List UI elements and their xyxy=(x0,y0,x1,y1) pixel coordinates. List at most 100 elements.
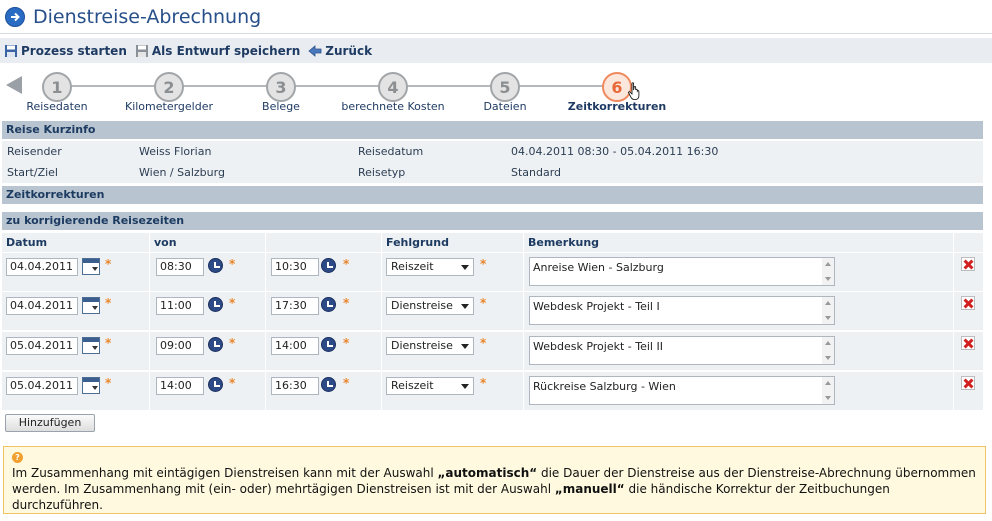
clock-icon[interactable] xyxy=(321,377,336,392)
bis-input[interactable]: 14:00 xyxy=(271,337,319,355)
bemerkung-value: Rückreise Salzburg - Wien xyxy=(533,380,676,393)
calendar-icon[interactable] xyxy=(82,258,100,275)
hint-bold-manuell: „manuell“ xyxy=(554,482,625,496)
textarea-scrollbar[interactable] xyxy=(822,337,834,364)
fehlgrund-select[interactable]: Dienstreise xyxy=(386,297,474,315)
info-row-reisender: Reisender Weiss Florian Reisedatum 04.04… xyxy=(2,141,983,162)
chevron-down-icon xyxy=(461,344,469,349)
step-3-belege[interactable]: 3 xyxy=(266,72,296,102)
datum-cell: 05.04.2011 * xyxy=(2,372,150,410)
page-header: Dienstreise-Abrechnung xyxy=(0,0,992,34)
draft-disk-icon xyxy=(135,44,149,58)
required-star: * xyxy=(229,296,236,310)
step-2-kilometergelder[interactable]: 2 xyxy=(154,72,184,102)
datum-input[interactable]: 04.04.2011 xyxy=(6,258,78,276)
datum-input[interactable]: 05.04.2011 xyxy=(6,337,78,355)
arrow-right-circle-icon xyxy=(5,6,25,27)
bemerkung-textarea[interactable]: Anreise Wien - Salzburg xyxy=(529,257,835,286)
fehlgrund-select[interactable]: Dienstreise xyxy=(386,337,474,355)
fehlgrund-cell: Reiszeit * xyxy=(382,372,524,410)
delete-icon[interactable] xyxy=(961,257,975,271)
von-input[interactable]: 11:00 xyxy=(156,297,204,315)
bemerkung-textarea[interactable]: Webdesk Projekt - Teil I xyxy=(529,296,835,325)
start-process-button[interactable]: Prozess starten xyxy=(4,44,127,58)
von-input[interactable]: 08:30 xyxy=(156,258,204,276)
reisedatum-label: Reisedatum xyxy=(358,145,424,158)
fehlgrund-value: Reiszeit xyxy=(391,260,434,273)
von-input[interactable]: 09:00 xyxy=(156,337,204,355)
save-draft-button[interactable]: Als Entwurf speichern xyxy=(135,44,300,58)
datum-input[interactable]: 04.04.2011 xyxy=(6,297,78,315)
textarea-scrollbar[interactable] xyxy=(822,377,834,404)
step-label-reisedaten[interactable]: Reisedaten xyxy=(26,100,87,113)
required-star: * xyxy=(229,376,236,390)
textarea-scrollbar[interactable] xyxy=(822,258,834,285)
clock-icon[interactable] xyxy=(208,258,223,273)
bemerkung-textarea[interactable]: Webdesk Projekt - Teil II xyxy=(529,336,835,365)
section-zu-korrigierende-reisezeiten: zu korrigierende Reisezeiten xyxy=(2,212,983,230)
bis-input[interactable]: 10:30 xyxy=(271,258,319,276)
bis-cell: 16:30 * xyxy=(266,372,382,410)
toolbar: Prozess starten Als Entwurf speichern Zu… xyxy=(0,38,992,63)
fehlgrund-select[interactable]: Reiszeit xyxy=(386,258,474,276)
von-cell: 08:30 * xyxy=(150,253,266,291)
step-label-kilometergelder[interactable]: Kilometergelder xyxy=(125,100,213,113)
calendar-icon[interactable] xyxy=(82,337,100,354)
bis-input[interactable]: 16:30 xyxy=(271,377,319,395)
datum-cell: 04.04.2011 * xyxy=(2,253,150,291)
info-row-startziel: Start/Ziel Wien / Salzburg Reisetyp Stan… xyxy=(2,162,983,183)
hand-cursor-icon xyxy=(628,82,642,103)
help-question-icon: ? xyxy=(12,452,23,463)
bis-cell: 10:30 * xyxy=(266,253,382,291)
clock-icon[interactable] xyxy=(208,337,223,352)
clock-icon[interactable] xyxy=(208,297,223,312)
clock-icon[interactable] xyxy=(208,377,223,392)
datum-input[interactable]: 05.04.2011 xyxy=(6,377,78,395)
table-row: 05.04.2011 * 14:00 * 16:30 * Reiszeit * … xyxy=(2,372,983,410)
required-star: * xyxy=(480,336,487,350)
fehlgrund-select[interactable]: Reiszeit xyxy=(386,377,474,395)
delete-icon[interactable] xyxy=(961,376,975,390)
von-input[interactable]: 14:00 xyxy=(156,377,204,395)
required-star: * xyxy=(343,257,350,271)
step-label-dateien[interactable]: Dateien xyxy=(483,100,526,113)
bis-input[interactable]: 17:30 xyxy=(271,297,319,315)
textarea-scrollbar[interactable] xyxy=(822,297,834,324)
table-row: 04.04.2011 * 08:30 * 10:30 * Reiszeit * … xyxy=(2,253,983,291)
hint-text: Im Zusammenhang mit eintägigen Dienstrei… xyxy=(12,465,977,513)
calendar-icon[interactable] xyxy=(82,297,100,314)
step-label-belege[interactable]: Belege xyxy=(262,100,300,113)
hint-bold-automatisch: „automatisch“ xyxy=(437,466,538,480)
startziel-label: Start/Ziel xyxy=(7,166,58,179)
calendar-icon[interactable] xyxy=(82,377,100,394)
bemerkung-value: Webdesk Projekt - Teil II xyxy=(533,340,663,353)
chevron-down-icon xyxy=(461,304,469,309)
delete-icon[interactable] xyxy=(961,336,975,350)
clock-icon[interactable] xyxy=(321,337,336,352)
step-5-dateien[interactable]: 5 xyxy=(490,72,520,102)
reisender-value: Weiss Florian xyxy=(139,145,212,158)
fehlgrund-value: Dienstreise xyxy=(391,339,453,352)
datum-cell: 04.04.2011 * xyxy=(2,292,150,330)
bemerkung-cell: Anreise Wien - Salzburg xyxy=(524,253,954,291)
fehlgrund-value: Reiszeit xyxy=(391,379,434,392)
back-button[interactable]: Zurück xyxy=(308,44,372,58)
save-disk-icon xyxy=(4,44,18,58)
steps-connector-line xyxy=(58,85,618,87)
step-label-zeitkorrekturen[interactable]: Zeitkorrekturen xyxy=(568,100,666,113)
col-header-actions xyxy=(954,233,983,252)
clock-icon[interactable] xyxy=(321,297,336,312)
clock-icon[interactable] xyxy=(321,258,336,273)
previous-step-arrow-icon[interactable] xyxy=(6,76,22,94)
bis-cell: 17:30 * xyxy=(266,292,382,330)
delete-icon[interactable] xyxy=(961,296,975,310)
save-draft-label: Als Entwurf speichern xyxy=(151,43,301,58)
required-star: * xyxy=(229,336,236,350)
step-label-berechnete-kosten[interactable]: berechnete Kosten xyxy=(341,100,444,113)
datum-cell: 05.04.2011 * xyxy=(2,332,150,370)
required-star: * xyxy=(480,257,487,271)
add-row-button[interactable]: Hinzufügen xyxy=(5,414,95,432)
bemerkung-textarea[interactable]: Rückreise Salzburg - Wien xyxy=(529,376,835,405)
step-4-berechnete-kosten[interactable]: 4 xyxy=(378,72,408,102)
step-1-reisedaten[interactable]: 1 xyxy=(42,72,72,102)
